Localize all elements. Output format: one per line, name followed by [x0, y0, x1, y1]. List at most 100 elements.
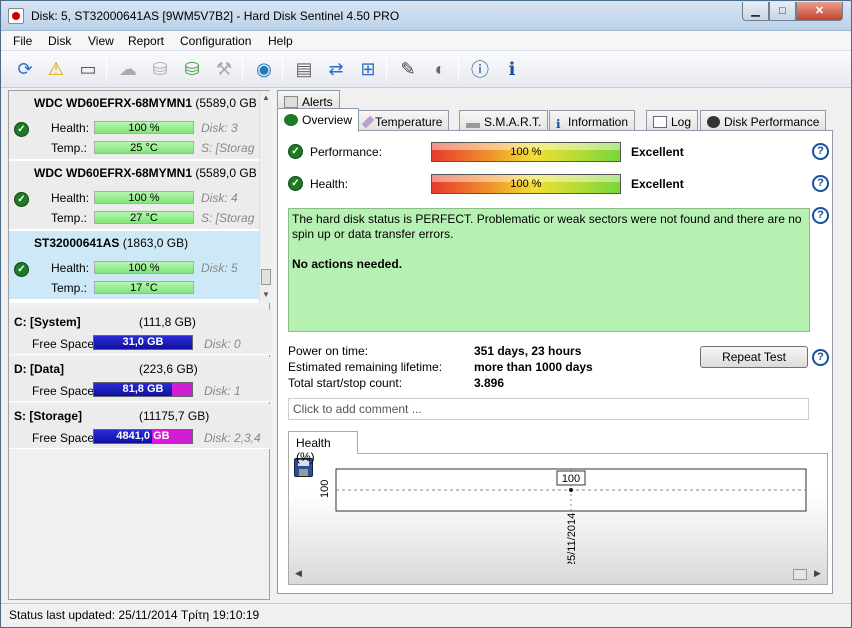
speaker-icon[interactable]: ◐ — [426, 55, 454, 83]
help-icon[interactable]: ? — [812, 175, 829, 192]
volume-ref: S: [Storag — [201, 141, 255, 155]
refresh-icon[interactable]: ⟳ — [11, 55, 39, 83]
help-icon[interactable]: ? — [812, 143, 829, 160]
free-space-label: Free Space — [32, 384, 95, 398]
close-button[interactable]: ✕ — [796, 2, 843, 21]
info-small-icon: ℹ — [556, 117, 561, 131]
disk-item-selected[interactable]: ST32000641AS (1863,0 GB) ✓ Health: 100 %… — [9, 231, 259, 300]
scroll-down-icon[interactable]: ▼ — [262, 290, 270, 299]
report-icon[interactable]: ▤ — [290, 55, 318, 83]
minimize-button[interactable]: ▁ — [742, 2, 769, 21]
free-space-label: Free Space — [32, 431, 95, 445]
scroll-right-icon[interactable]: ▶ — [814, 568, 821, 579]
settings-icon[interactable]: ✎ — [394, 55, 422, 83]
menu-file[interactable]: File — [13, 34, 32, 48]
gauge-icon — [707, 116, 720, 128]
volume-disk-ref: Disk: 2,3,4 — [204, 431, 261, 445]
startstop-value: 3.896 — [474, 376, 505, 390]
left-pane: WDC WD60EFRX-68MYMN1 (5589,0 GB ✓ Health… — [8, 90, 271, 600]
tab-health-chart[interactable]: Health (%) — [288, 431, 358, 464]
sync-icon[interactable]: ⇄ — [322, 55, 350, 83]
tab-information[interactable]: ℹ Information — [549, 110, 636, 131]
chart-scrollbar[interactable]: ◀ ▶ — [293, 568, 823, 582]
scroll-left-icon[interactable]: ◀ — [295, 568, 302, 579]
tab-temperature[interactable]: Temperature — [358, 110, 450, 131]
disk-test-icon[interactable]: ⛁ — [146, 55, 174, 83]
health-label: Health: — [51, 261, 90, 275]
main-window: Disk: 5, ST32000641AS [9WM5V7B2] - Hard … — [0, 0, 852, 628]
performance-value: 100 % — [510, 146, 542, 158]
repeat-test-button[interactable]: Repeat Test — [700, 346, 808, 368]
performance-rating: Excellent — [631, 145, 684, 159]
health-label: Health: — [310, 177, 349, 191]
tab-disk-performance[interactable]: Disk Performance — [700, 110, 827, 131]
ok-check-icon: ✓ — [14, 192, 29, 207]
status-text-box[interactable]: The hard disk status is PERFECT. Problem… — [288, 208, 810, 332]
power-on-value: 351 days, 23 hours — [474, 344, 582, 358]
lifetime-label: Estimated remaining lifetime: — [288, 360, 443, 374]
globe-icon[interactable]: ◉ — [250, 55, 278, 83]
disk-list-scrollbar[interactable]: ▲ ▼ — [259, 91, 271, 303]
toolbar-separator — [242, 57, 243, 81]
menu-configuration[interactable]: Configuration — [180, 34, 251, 48]
tab-log-label: Log — [671, 115, 692, 129]
right-pane: Alerts Overview Temperature S.M.A.R.T. ℹ… — [273, 90, 839, 600]
menu-disk[interactable]: Disk — [48, 34, 71, 48]
status-bar-text: Status last updated: 25/11/2014 Τρίτη 19… — [9, 608, 260, 622]
volume-size: (11175,7 GB) — [139, 409, 210, 423]
help-icon[interactable]: ⓘ — [466, 55, 494, 83]
overview-panel: ✓ Performance: 100 % Excellent ? ✓ Healt… — [277, 130, 833, 594]
log-icon — [653, 116, 667, 128]
volume-item[interactable]: D: [Data] (223,6 GB) Free Space 81,8 GB … — [9, 357, 271, 402]
menu-view[interactable]: View — [88, 34, 114, 48]
status-description: The hard disk status is PERFECT. Problem… — [292, 212, 802, 241]
free-space-value: 31,0 GB — [122, 336, 164, 348]
toolbar: ⟳ ⚠ ▭ ☁ ⛁ ⛁ ⚒ ◉ ▤ ⇄ ⊞ ✎ ◐ ⓘ ℹ — [1, 51, 851, 88]
tab-overview-label: Overview — [302, 113, 353, 127]
help-icon[interactable]: ? — [812, 349, 829, 366]
smart-icon — [466, 123, 480, 128]
health-rating: Excellent — [631, 177, 684, 191]
toolbar-separator — [386, 57, 387, 81]
volume-name: D: [Data] — [14, 362, 64, 376]
temp-bar: 27 °C — [94, 211, 194, 224]
info-icon[interactable]: ℹ — [498, 55, 526, 83]
network-icon[interactable]: ⊞ — [354, 55, 382, 83]
maximize-button[interactable]: □ — [769, 2, 796, 21]
menu-report[interactable]: Report — [128, 34, 164, 48]
tab-overview[interactable]: Overview — [277, 108, 360, 132]
scroll-up-icon[interactable]: ▲ — [262, 93, 270, 102]
menu-help[interactable]: Help — [268, 34, 293, 48]
thermometer-icon — [361, 115, 375, 129]
disk-ref: Disk: 3 — [201, 121, 238, 135]
disk-ok-icon[interactable]: ⛁ — [178, 55, 206, 83]
disk-wipe-icon[interactable]: ⚒ — [210, 55, 238, 83]
ok-check-icon: ✓ — [14, 122, 29, 137]
title-bar[interactable]: Disk: 5, ST32000641AS [9WM5V7B2] - Hard … — [1, 1, 851, 31]
tab-alerts[interactable]: Alerts — [277, 90, 340, 109]
volume-item[interactable]: C: [System] (111,8 GB) Free Space 31,0 G… — [9, 310, 271, 355]
free-space-value: 4841,0 GB — [116, 430, 170, 442]
disk-item[interactable]: WDC WD60EFRX-68MYMN1 (5589,0 GB ✓ Health… — [9, 91, 259, 160]
volume-name: S: [Storage] — [14, 409, 83, 423]
menu-bar: File Disk View Report Configuration Help — [1, 31, 851, 51]
tab-log[interactable]: Log — [646, 110, 699, 131]
volume-item[interactable]: S: [Storage] (11175,7 GB) Free Space 484… — [9, 404, 271, 449]
tab-smart-label: S.M.A.R.T. — [484, 115, 542, 129]
cloud-icon[interactable]: ☁ — [114, 55, 142, 83]
scroll-thumb[interactable] — [261, 269, 271, 285]
data-label: 100 — [562, 473, 580, 485]
disk-item[interactable]: WDC WD60EFRX-68MYMN1 (5589,0 GB ✓ Health… — [9, 161, 259, 230]
alert-icon[interactable]: ⚠ — [42, 55, 70, 83]
help-icon[interactable]: ? — [812, 207, 829, 224]
scroll-thumb[interactable] — [793, 569, 807, 580]
comment-input[interactable]: Click to add comment ... — [288, 398, 809, 420]
overview-icon — [284, 114, 298, 126]
health-bar: 100 % — [94, 261, 194, 274]
tab-smart[interactable]: S.M.A.R.T. — [459, 110, 549, 131]
temp-bar: 17 °C — [94, 281, 194, 294]
volume-ref: S: [Storag — [201, 211, 255, 225]
ok-check-icon: ✓ — [14, 262, 29, 277]
free-space-bar: 4841,0 GB — [93, 429, 193, 444]
disk-icon[interactable]: ▭ — [74, 55, 102, 83]
